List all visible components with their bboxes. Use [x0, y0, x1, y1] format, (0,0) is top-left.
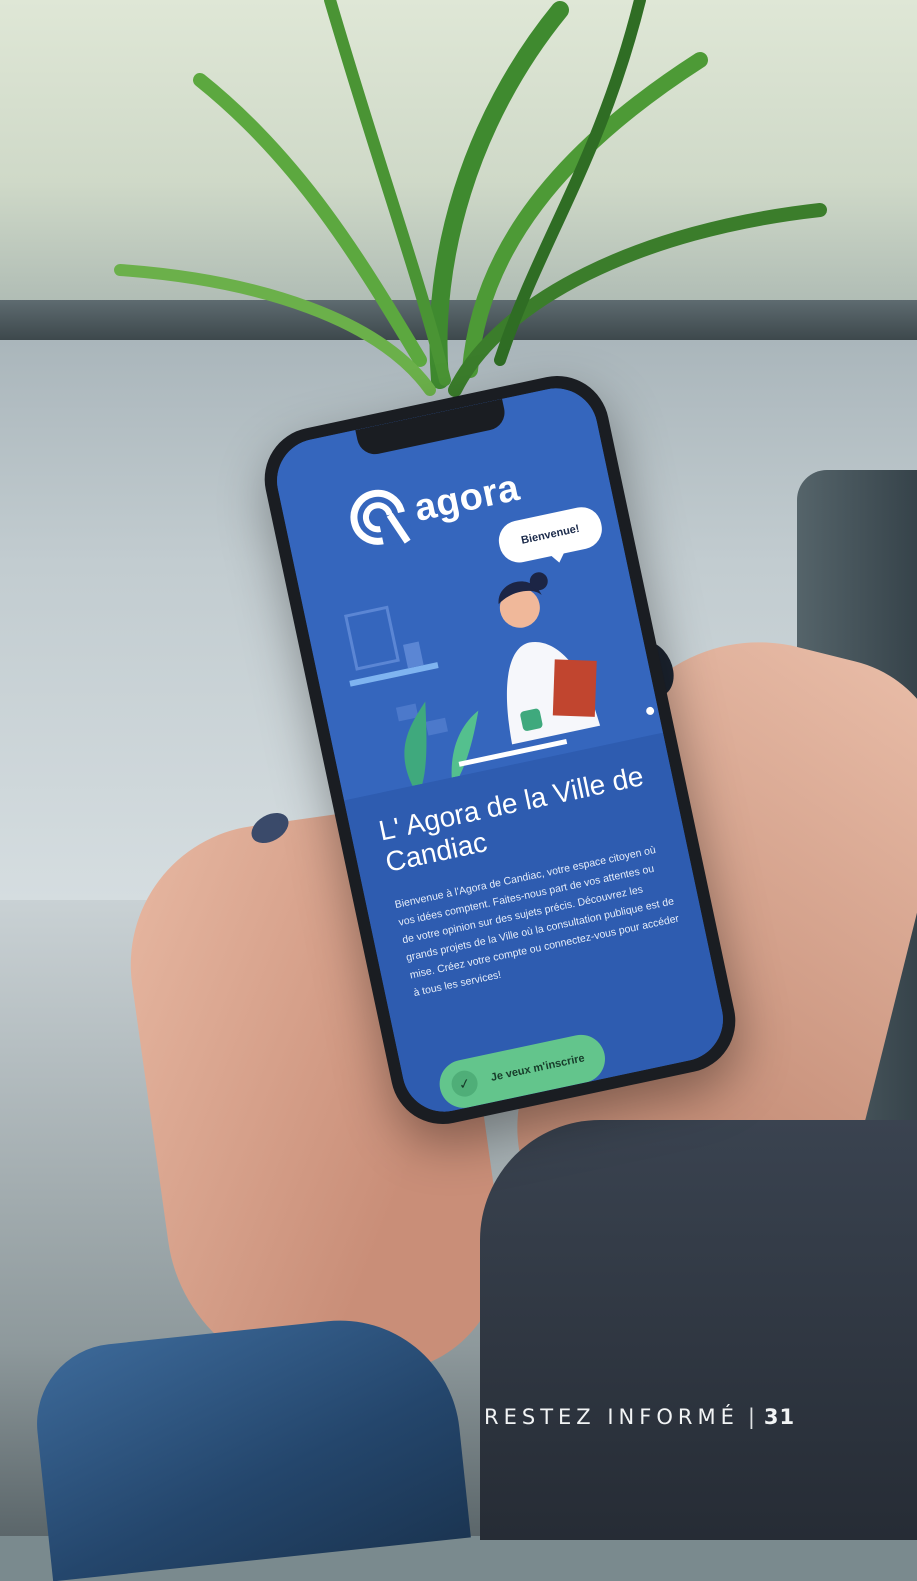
- brand-name: agora: [410, 466, 524, 530]
- plant-leaves-image: [114, 0, 827, 397]
- dark-sweater: [480, 1120, 917, 1540]
- welcome-content: L' Agora de la Ville de Candiac Bienvenu…: [344, 732, 731, 1120]
- agora-logo-icon: [350, 489, 414, 547]
- page-number: 31: [763, 1405, 796, 1429]
- section-label: RESTEZ INFORMÉ: [484, 1405, 739, 1429]
- signup-button-label: Je veux m'inscrire: [489, 1052, 586, 1084]
- welcome-hero: agora Bienvenue!: [269, 380, 663, 801]
- footer-separator: |: [747, 1405, 755, 1429]
- denim-sleeve: [29, 1308, 471, 1581]
- check-icon: ✓: [449, 1068, 481, 1100]
- page-footer: RESTEZ INFORMÉ | 31: [484, 1405, 795, 1429]
